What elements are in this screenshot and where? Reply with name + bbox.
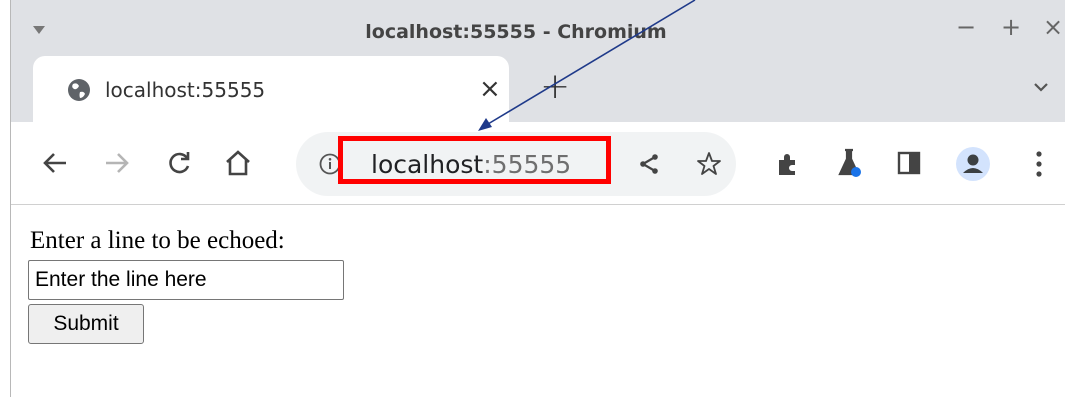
annotation-arrow-icon [478,0,696,131]
